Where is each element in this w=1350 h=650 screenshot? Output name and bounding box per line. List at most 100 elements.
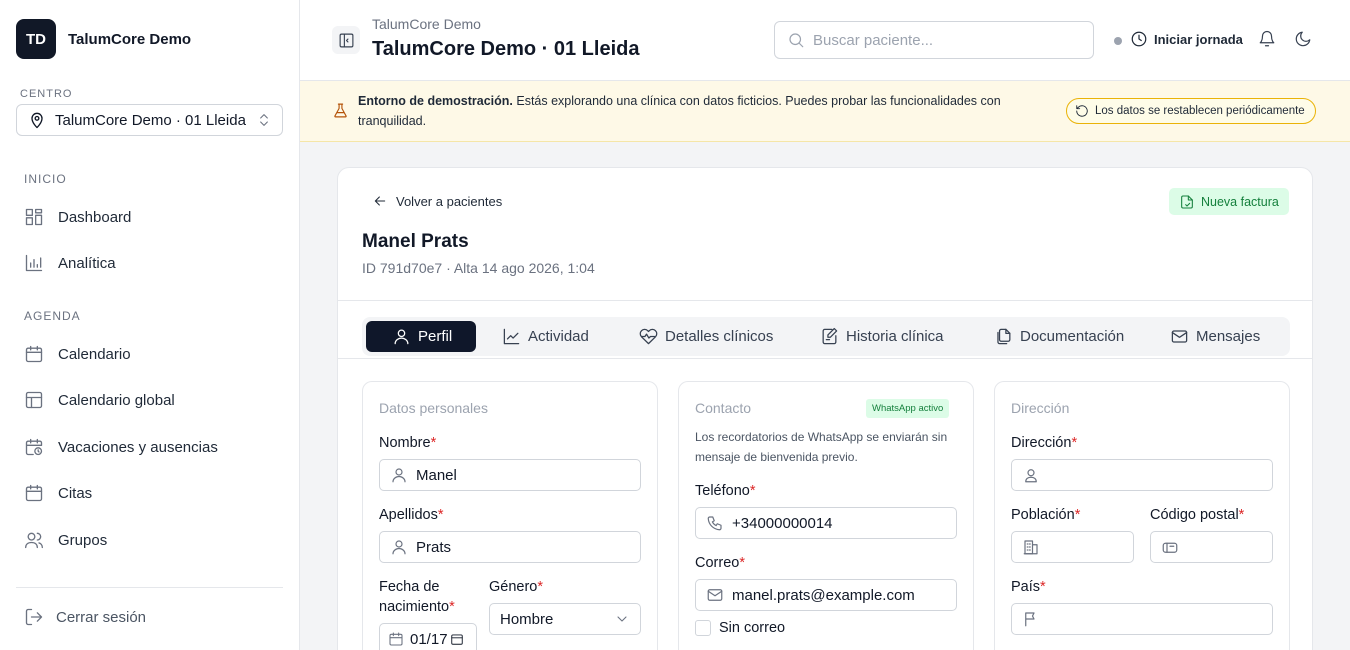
nombre-field[interactable]: Manel: [379, 459, 641, 491]
location-pin-icon: [31, 112, 43, 129]
field-value: +34000000014: [732, 514, 833, 532]
sidebar-item-calendario[interactable]: Calendario: [24, 342, 131, 366]
sidebar-item-vacaciones[interactable]: Vacaciones y ausencias: [24, 435, 218, 459]
search-placeholder: Buscar paciente...: [813, 31, 934, 49]
centro-label: CENTRO: [20, 88, 73, 100]
label-text: Código postal: [1150, 507, 1239, 523]
calendar-icon: [389, 632, 403, 646]
sidebar: TD TalumCore Demo CENTRO TalumCore Demo …: [0, 0, 300, 650]
checkbox-label: Sin correo: [719, 620, 786, 636]
sidebar-item-label: Calendario: [58, 345, 131, 363]
back-to-patients-link[interactable]: Volver a pacientes: [372, 193, 502, 209]
divider: [338, 358, 1312, 359]
header-subtitle: TalumCore Demo: [372, 16, 481, 32]
apellidos-label: Apellidos*: [379, 505, 444, 525]
documents-icon: [997, 328, 1011, 345]
codigo-postal-field[interactable]: [1150, 531, 1273, 563]
mail-icon: [1171, 330, 1188, 343]
panel-title: Dirección: [1011, 400, 1070, 416]
required-mark: *: [537, 579, 544, 595]
section-agenda: AGENDA: [24, 309, 81, 323]
personal-data-panel: Datos personales Nombre * Manel Apellidos…: [362, 381, 658, 650]
tab-actividad[interactable]: Actividad: [492, 321, 599, 352]
label-text: Dirección: [1011, 435, 1072, 451]
mail-icon: [707, 589, 723, 601]
pais-label: País*: [1011, 577, 1046, 597]
address-panel: Dirección Dirección* Población* Código p…: [994, 381, 1290, 650]
sidebar-item-dashboard[interactable]: Dashboard: [24, 205, 131, 229]
theme-toggle-button[interactable]: [1294, 30, 1312, 48]
field-value: Manel: [416, 466, 457, 484]
required-mark: *: [1040, 579, 1046, 595]
sidebar-item-label: Dashboard: [58, 208, 132, 226]
tab-label: Documentación: [1020, 328, 1125, 345]
panel-title: Datos personales: [379, 400, 488, 416]
user-icon: [392, 540, 406, 555]
centro-select[interactable]: TalumCore Demo · 01 Lleida: [16, 104, 283, 136]
direccion-label: Dirección*: [1011, 433, 1077, 453]
label-text: Género: [489, 579, 538, 595]
label-text: País: [1011, 579, 1041, 595]
section-inicio: INICIO: [24, 172, 67, 186]
notifications-button[interactable]: [1258, 30, 1276, 48]
sidebar-toggle-button[interactable]: [332, 26, 360, 54]
apellidos-field[interactable]: Prats: [379, 531, 641, 563]
whatsapp-badge: WhatsApp activo: [866, 399, 950, 418]
fecha-nacimiento-field[interactable]: 01/17: [379, 623, 477, 650]
sidebar-item-citas[interactable]: Citas: [24, 481, 92, 505]
jornada-label: Iniciar jornada: [1154, 31, 1243, 47]
contact-panel: Contacto WhatsApp activo Los recordatori…: [678, 381, 974, 650]
pais-field[interactable]: [1011, 603, 1273, 635]
divider: [338, 300, 1312, 301]
checkbox-box[interactable]: [695, 620, 711, 636]
label-text: Población: [1011, 507, 1075, 523]
telefono-field[interactable]: +34000000014: [695, 507, 957, 539]
tab-detalles-clinicos[interactable]: Detalles clínicos: [629, 321, 783, 352]
brand-name: TalumCore Demo: [68, 31, 192, 48]
tab-mensajes[interactable]: Mensajes: [1160, 321, 1270, 352]
new-invoice-button[interactable]: Nueva factura: [1169, 188, 1289, 215]
sidebar-item-analitica[interactable]: Analítica: [24, 251, 116, 275]
whatsapp-note: Los recordatorios de WhatsApp se enviará…: [695, 430, 948, 464]
codigo-postal-label: Código postal*: [1150, 505, 1244, 525]
tab-historia-clinica[interactable]: Historia clínica: [810, 321, 954, 352]
label-text: Apellidos: [379, 507, 438, 523]
panel-title: Contacto: [695, 400, 752, 416]
dashboard-icon: [25, 208, 43, 226]
sidebar-item-grupos[interactable]: Grupos: [24, 528, 107, 552]
logout-button[interactable]: Cerrar sesión: [24, 607, 146, 627]
moon-icon: [1295, 31, 1311, 47]
tab-perfil[interactable]: Perfil: [366, 321, 477, 352]
reset-notice-text: Los datos se restablecen periódicamente: [1095, 105, 1305, 117]
sin-correo-checkbox[interactable]: Sin correo: [695, 620, 785, 636]
building-icon: [1023, 540, 1038, 555]
telefono-label: Teléfono*: [695, 481, 755, 501]
correo-field[interactable]: manel.prats@example.com: [695, 579, 957, 611]
sidebar-item-label: Grupos: [58, 531, 108, 549]
required-mark: *: [1071, 435, 1078, 451]
tab-label: Historia clínica: [846, 328, 944, 345]
logout-label: Cerrar sesión: [56, 608, 147, 626]
tab-label: Perfil: [418, 328, 453, 345]
fecha-nacimiento-label: Fecha de nacimiento*: [379, 577, 469, 617]
poblacion-field[interactable]: [1011, 531, 1134, 563]
required-mark: *: [1074, 507, 1081, 523]
tabs-bar: Perfil Actividad Detalles clínicos Histo…: [362, 317, 1290, 356]
centro-value: TalumCore Demo · 01 Lleida: [55, 111, 246, 129]
iniciar-jornada-button[interactable]: Iniciar jornada: [1130, 30, 1243, 48]
sidebar-item-calendario-global[interactable]: Calendario global: [24, 388, 175, 412]
sidebar-divider: [16, 587, 283, 588]
tab-documentacion[interactable]: Documentación: [984, 321, 1134, 352]
search-input[interactable]: Buscar paciente...: [774, 21, 1094, 59]
genero-select[interactable]: Hombre: [489, 603, 641, 635]
bell-icon: [1259, 30, 1275, 47]
banner-strong: Entorno de demostración.: [358, 94, 513, 108]
calendar-icon: [25, 345, 43, 363]
label-text: Correo: [695, 555, 740, 571]
label-text: Teléfono: [695, 483, 750, 499]
calendar-clock-icon: [25, 438, 43, 456]
label-text: Nombre: [379, 435, 431, 451]
direccion-field[interactable]: [1011, 459, 1273, 491]
patient-meta: ID 791d70e7 · Alta 14 ago 2026, 1:04: [362, 260, 595, 276]
logout-icon: [25, 608, 43, 626]
